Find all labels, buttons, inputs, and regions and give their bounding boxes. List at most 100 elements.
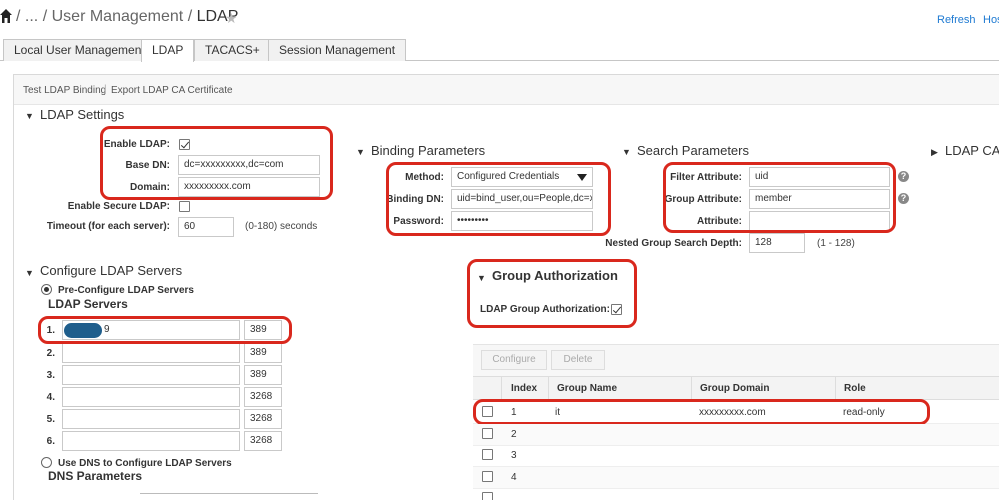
refresh-link[interactable]: Refresh: [937, 14, 976, 26]
tab-local-user-management[interactable]: Local User Management: [3, 39, 156, 61]
ldap-settings-title: LDAP Settings: [40, 107, 125, 122]
server-address-value: 9: [104, 324, 110, 335]
chevron-down-icon: [577, 174, 587, 181]
column-divider: [835, 377, 836, 399]
group-index-cell: 4: [511, 472, 517, 483]
row-select-checkbox[interactable]: [482, 471, 493, 482]
server-row-index: 1.: [46, 325, 55, 336]
breadcrumb-separator: /: [42, 8, 48, 25]
server-port-input[interactable]: 389: [244, 365, 282, 385]
server-row-index: 3.: [46, 370, 55, 381]
server-port-input[interactable]: 3268: [244, 431, 282, 451]
server-address-input[interactable]: [62, 387, 240, 407]
timeout-label: Timeout (for each server):: [46, 221, 170, 232]
timeout-input[interactable]: 60: [178, 217, 234, 237]
test-ldap-binding-link[interactable]: Test LDAP Binding: [23, 85, 106, 96]
breadcrumb-parent[interactable]: User Management: [52, 8, 184, 25]
attribute-input[interactable]: [749, 211, 890, 231]
domain-input[interactable]: xxxxxxxxx.com: [178, 177, 320, 197]
expand-triangle-icon[interactable]: ▶: [931, 147, 938, 158]
help-icon[interactable]: ?: [898, 193, 909, 204]
filter-attribute-input[interactable]: uid: [749, 167, 890, 187]
preconfigure-ldap-servers-label: Pre-Configure LDAP Servers: [58, 285, 194, 296]
help-icon[interactable]: ?: [898, 171, 909, 182]
server-port-input[interactable]: 3268: [244, 409, 282, 429]
attribute-label: Attribute:: [697, 216, 742, 227]
configure-ldap-servers-title: Configure LDAP Servers: [40, 263, 183, 278]
column-header-group-domain[interactable]: Group Domain: [700, 383, 769, 394]
use-dns-label: Use DNS to Configure LDAP Servers: [58, 458, 232, 469]
group-authorization-title: Group Authorization: [492, 268, 618, 283]
column-header-role[interactable]: Role: [844, 383, 866, 394]
enable-ldap-label: Enable LDAP:: [103, 139, 170, 150]
domain-label: Domain:: [130, 182, 170, 193]
enable-secure-ldap-label: Enable Secure LDAP:: [67, 201, 170, 212]
collapse-triangle-icon[interactable]: ▼: [477, 273, 486, 283]
search-parameters-title: Search Parameters: [637, 143, 749, 158]
export-ldap-ca-certificate-link[interactable]: Export LDAP CA Certificate: [111, 85, 233, 96]
method-label: Method:: [405, 172, 444, 183]
tab-ldap[interactable]: LDAP: [141, 39, 195, 62]
ldap-ca-title: LDAP CA C: [945, 143, 999, 158]
delete-button[interactable]: Delete: [551, 350, 605, 370]
group-domain-cell: xxxxxxxxx.com: [699, 407, 766, 418]
redacted-mask: [64, 323, 102, 338]
configure-button[interactable]: Configure: [481, 350, 547, 370]
binding-dn-input[interactable]: uid=bind_user,ou=People,dc=xx: [451, 189, 593, 209]
filter-attribute-label: Filter Attribute:: [670, 172, 742, 183]
column-divider: [501, 377, 502, 399]
binding-dn-label: Binding DN:: [386, 194, 444, 205]
group-index-cell: 2: [511, 429, 517, 440]
binding-parameters-title: Binding Parameters: [371, 143, 486, 158]
base-dn-input[interactable]: dc=xxxxxxxxx,dc=com: [178, 155, 320, 175]
server-address-input[interactable]: [62, 365, 240, 385]
server-port-input[interactable]: 389: [244, 320, 282, 340]
table-row[interactable]: [473, 424, 999, 445]
group-role-cell: read-only: [843, 407, 885, 418]
column-divider: [691, 377, 692, 399]
nested-group-search-depth-label: Nested Group Search Depth:: [605, 238, 742, 249]
use-dns-radio[interactable]: [41, 457, 52, 468]
column-header-index[interactable]: Index: [511, 383, 537, 394]
server-row-index: 5.: [46, 414, 55, 425]
password-input[interactable]: •••••••••: [451, 211, 593, 231]
tab-tacacs[interactable]: TACACS+: [194, 39, 271, 61]
group-index-cell: 3: [511, 450, 517, 461]
collapse-triangle-icon[interactable]: ▼: [356, 147, 365, 157]
row-select-checkbox[interactable]: [482, 492, 493, 500]
collapse-triangle-icon[interactable]: ▼: [622, 147, 631, 157]
favorite-star-icon[interactable]: ★: [225, 10, 238, 27]
column-divider: [548, 377, 549, 399]
server-address-input[interactable]: [62, 431, 240, 451]
collapse-triangle-icon[interactable]: ▼: [25, 111, 34, 121]
breadcrumb-ellipsis[interactable]: ...: [25, 8, 38, 25]
ldap-group-authorization-checkbox[interactable]: [611, 304, 622, 315]
row-select-checkbox[interactable]: [482, 428, 493, 439]
divider: [140, 493, 318, 494]
enable-ldap-checkbox[interactable]: [179, 139, 190, 150]
group-attribute-input[interactable]: member: [749, 189, 890, 209]
server-address-input[interactable]: [62, 409, 240, 429]
preconfigure-ldap-servers-radio[interactable]: [41, 284, 52, 295]
home-icon[interactable]: [0, 9, 12, 23]
host-link[interactable]: Hos: [983, 14, 999, 26]
nested-group-search-depth-input[interactable]: 128: [749, 233, 805, 253]
tab-session-management[interactable]: Session Management: [268, 39, 407, 61]
server-row-index: 6.: [46, 436, 55, 447]
server-address-input[interactable]: 9: [62, 320, 240, 340]
breadcrumb: / ... / User Management / LDAP: [16, 8, 238, 26]
collapse-triangle-icon[interactable]: ▼: [25, 268, 34, 278]
enable-secure-ldap-checkbox[interactable]: [179, 201, 190, 212]
toolbar-separator: |: [104, 84, 107, 95]
row-select-checkbox[interactable]: [482, 406, 493, 417]
row-select-checkbox[interactable]: [482, 449, 493, 460]
ldap-servers-title: LDAP Servers: [48, 297, 128, 311]
table-row[interactable]: [473, 467, 999, 488]
server-address-input[interactable]: [62, 343, 240, 363]
password-label: Password:: [393, 216, 444, 227]
server-port-input[interactable]: 389: [244, 343, 282, 363]
group-attribute-label: Group Attribute:: [664, 194, 742, 205]
column-header-group-name[interactable]: Group Name: [557, 383, 617, 394]
server-port-input[interactable]: 3268: [244, 387, 282, 407]
method-select[interactable]: Configured Credentials: [451, 167, 593, 187]
